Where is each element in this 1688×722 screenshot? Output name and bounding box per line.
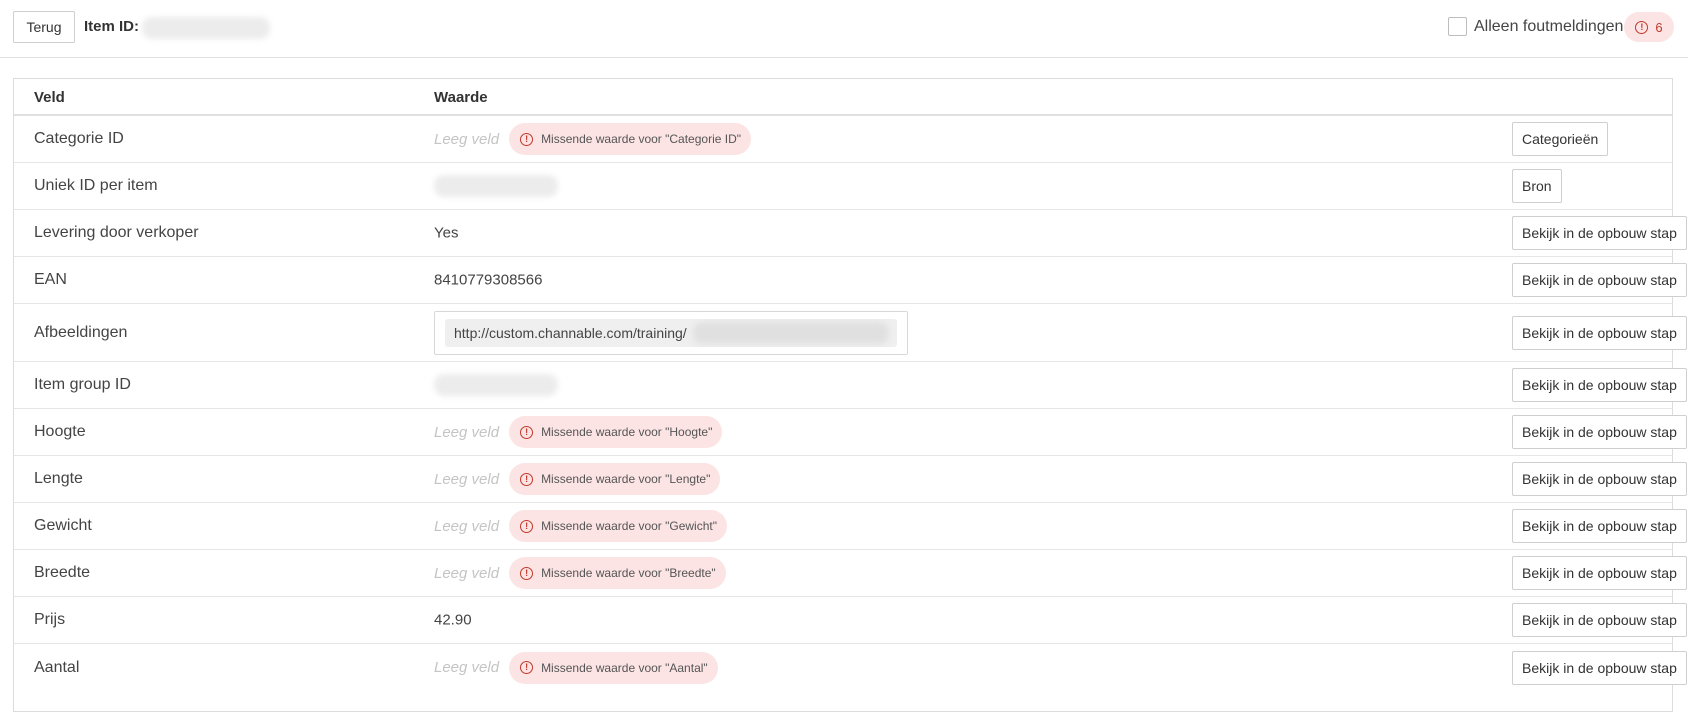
- table-row: Afbeeldingen http://custom.channable.com…: [14, 304, 1687, 362]
- table-row: Categorie ID Leeg veld ! Missende waarde…: [14, 116, 1672, 163]
- view-build-step-button[interactable]: Bekijk in de opbouw stap: [1512, 556, 1687, 590]
- only-errors-checkbox[interactable]: [1448, 17, 1467, 36]
- field-value: Leeg veld ! Missende waarde voor "Hoogte…: [434, 416, 723, 448]
- view-build-step-button[interactable]: Bekijk in de opbouw stap: [1512, 509, 1687, 543]
- missing-value-text: Missende waarde voor "Breedte": [541, 566, 716, 580]
- alert-icon: !: [520, 519, 534, 533]
- field-name: Categorie ID: [34, 130, 124, 147]
- missing-value-text: Missende waarde voor "Gewicht": [541, 519, 717, 533]
- field-value: 8410779308566: [434, 271, 543, 289]
- table-row: Hoogte Leeg veld ! Missende waarde voor …: [14, 409, 1687, 456]
- missing-value-badge: ! Missende waarde voor "Categorie ID": [509, 123, 752, 155]
- empty-field-label: Leeg veld: [434, 659, 500, 676]
- field-name: Afbeeldingen: [34, 323, 128, 341]
- missing-value-badge: ! Missende waarde voor "Breedte": [509, 557, 726, 589]
- only-errors-label: Alleen foutmeldingen: [1474, 17, 1624, 35]
- field-value: Leeg veld ! Missende waarde voor "Breedt…: [434, 557, 726, 589]
- back-button[interactable]: Terug: [13, 11, 75, 43]
- field-value: [434, 175, 558, 197]
- missing-value-badge: ! Missende waarde voor "Gewicht": [509, 510, 727, 542]
- view-build-step-button[interactable]: Bekijk in de opbouw stap: [1512, 650, 1687, 685]
- only-errors-toggle[interactable]: Alleen foutmeldingen: [1448, 17, 1623, 36]
- field-value: Leeg veld ! Missende waarde voor "Lengte…: [434, 463, 721, 495]
- missing-value-text: Missende waarde voor "Hoogte": [541, 425, 713, 439]
- table-row: Lengte Leeg veld ! Missende waarde voor …: [14, 456, 1687, 503]
- field-name: EAN: [34, 271, 67, 288]
- field-value: Yes: [434, 224, 459, 242]
- item-id-value-redacted: [142, 17, 270, 39]
- missing-value-badge: ! Missende waarde voor "Lengte": [509, 463, 721, 495]
- column-header-field: Veld: [34, 89, 65, 106]
- top-bar: Terug Item ID: Alleen foutmeldingen ! 6: [0, 0, 1688, 58]
- table-row: Prijs 42.90 Bekijk in de opbouw stap: [14, 597, 1687, 644]
- empty-field-label: Leeg veld: [434, 564, 500, 582]
- image-url-text: http://custom.channable.com/training/: [454, 324, 687, 341]
- field-name: Item group ID: [34, 376, 131, 393]
- field-name: Uniek ID per item: [34, 177, 158, 194]
- redacted-value: [434, 374, 558, 396]
- field-value: http://custom.channable.com/training/: [434, 310, 908, 355]
- view-build-step-button[interactable]: Bekijk in de opbouw stap: [1512, 603, 1687, 637]
- error-count-badge: ! 6: [1624, 12, 1674, 42]
- fields-table: Veld Waarde Categorie ID Leeg veld ! Mis…: [13, 78, 1687, 712]
- field-name: Aantal: [34, 658, 80, 676]
- table-row: Breedte Leeg veld ! Missende waarde voor…: [14, 550, 1687, 597]
- source-button[interactable]: Bron: [1512, 169, 1562, 203]
- table-row: Uniek ID per item Bron: [14, 163, 1672, 210]
- alert-icon: !: [520, 472, 534, 486]
- alert-icon: !: [520, 661, 534, 674]
- alert-icon: !: [520, 425, 534, 439]
- redacted-url-part: [692, 321, 889, 344]
- column-header-value: Waarde: [434, 89, 488, 106]
- image-url-box: http://custom.channable.com/training/: [434, 310, 908, 355]
- field-name: Hoogte: [34, 423, 86, 440]
- field-name: Lengte: [34, 470, 83, 487]
- alert-icon: !: [1635, 20, 1649, 34]
- field-value: Leeg veld ! Missende waarde voor "Gewich…: [434, 510, 727, 542]
- table-row: EAN 8410779308566 Bekijk in de opbouw st…: [14, 257, 1687, 304]
- empty-field-label: Leeg veld: [434, 130, 500, 148]
- view-build-step-button[interactable]: Bekijk in de opbouw stap: [1512, 315, 1687, 350]
- field-value: 42.90: [434, 611, 472, 629]
- missing-value-text: Missende waarde voor "Aantal": [541, 660, 708, 675]
- field-value: Leeg veld ! Missende waarde voor "Catego…: [434, 123, 752, 155]
- error-count: 6: [1655, 19, 1663, 35]
- view-build-step-button[interactable]: Bekijk in de opbouw stap: [1512, 368, 1687, 402]
- view-build-step-button[interactable]: Bekijk in de opbouw stap: [1512, 263, 1687, 297]
- view-build-step-button[interactable]: Bekijk in de opbouw stap: [1512, 216, 1687, 250]
- table-row: Levering door verkoper Yes Bekijk in de …: [14, 210, 1687, 257]
- redacted-value: [434, 175, 558, 197]
- categories-button[interactable]: Categorieën: [1512, 122, 1609, 156]
- field-value: [434, 374, 558, 396]
- image-url-tag[interactable]: http://custom.channable.com/training/: [445, 318, 897, 347]
- empty-field-label: Leeg veld: [434, 517, 500, 535]
- empty-field-label: Leeg veld: [434, 470, 500, 488]
- missing-value-text: Missende waarde voor "Categorie ID": [541, 132, 742, 146]
- item-id-label: Item ID:: [84, 18, 140, 35]
- field-value: Leeg veld ! Missende waarde voor "Aantal…: [434, 651, 718, 684]
- field-name: Breedte: [34, 564, 91, 581]
- empty-field-label: Leeg veld: [434, 423, 500, 441]
- missing-value-badge: ! Missende waarde voor "Aantal": [509, 651, 718, 684]
- table-row: Aantal Leeg veld ! Missende waarde voor …: [14, 644, 1687, 691]
- view-build-step-button[interactable]: Bekijk in de opbouw stap: [1512, 462, 1687, 496]
- field-name: Prijs: [34, 611, 66, 628]
- alert-icon: !: [520, 132, 534, 146]
- field-name: Gewicht: [34, 517, 92, 534]
- missing-value-text: Missende waarde voor "Lengte": [541, 472, 711, 486]
- table-header: Veld Waarde: [14, 79, 1672, 116]
- table-row: Gewicht Leeg veld ! Missende waarde voor…: [14, 503, 1687, 550]
- alert-icon: !: [520, 566, 534, 580]
- table-row: Item group ID Bekijk in de opbouw stap: [14, 362, 1687, 409]
- field-name: Levering door verkoper: [34, 224, 199, 241]
- missing-value-badge: ! Missende waarde voor "Hoogte": [509, 416, 723, 448]
- view-build-step-button[interactable]: Bekijk in de opbouw stap: [1512, 415, 1687, 449]
